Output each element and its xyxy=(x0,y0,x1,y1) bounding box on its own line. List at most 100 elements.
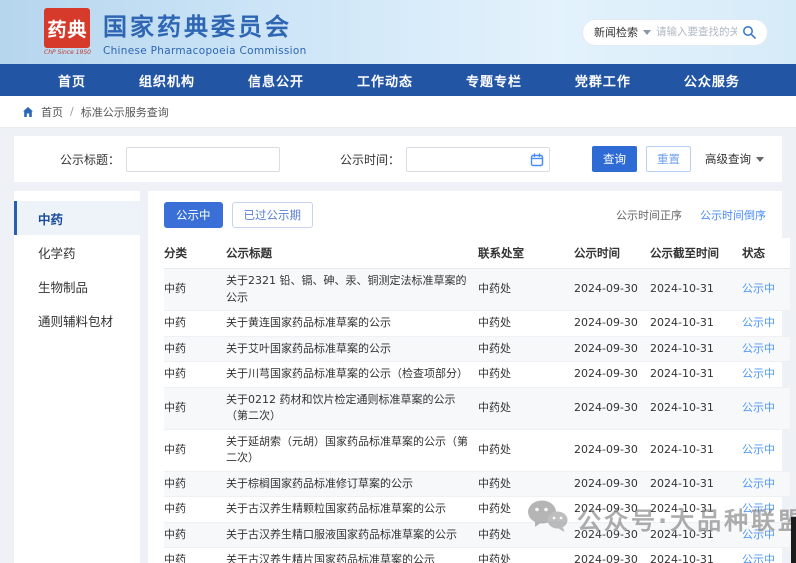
site-search[interactable]: 新闻检索 xyxy=(582,18,768,46)
cell-dept: 中药处 xyxy=(478,387,574,430)
cell-title: 关于古汉养生精口服液国家药品标准草案的公示 xyxy=(226,522,478,548)
cell-date: 2024-09-30 xyxy=(574,310,650,337)
cell-status: 公示中 xyxy=(742,471,790,497)
announcement-title-link[interactable]: 关于艾叶国家药品标准草案的公示 xyxy=(226,342,391,355)
table-row: 中药 关于古汉养生精片国家药品标准草案的公示 中药处 2024-09-30 2024-1… xyxy=(164,547,790,563)
announcement-title-link[interactable]: 关于延胡索（元胡）国家药品标准草案的公示（第二次） xyxy=(226,435,468,465)
cell-date: 2024-09-30 xyxy=(574,429,650,472)
table-row: 中药 关于川芎国家药品标准草案的公示（检查项部分） 中药处 2024-09-30 202… xyxy=(164,361,790,388)
sidebar-item-2[interactable]: 生物制品 xyxy=(14,269,140,303)
cell-status: 公示中 xyxy=(742,336,790,362)
announcement-title-link[interactable]: 关于古汉养生精片国家药品标准草案的公示 xyxy=(226,553,435,563)
cell-dept: 中药处 xyxy=(478,361,574,388)
nav-item-6[interactable]: 公众服务 xyxy=(684,71,740,90)
cell-dept: 中药处 xyxy=(478,429,574,472)
cell-date: 2024-09-30 xyxy=(574,547,650,563)
cell-status: 公示中 xyxy=(742,387,790,430)
cell-deadline: 2024-10-31 xyxy=(650,387,742,430)
tab-1[interactable]: 已过公示期 xyxy=(231,202,313,228)
advanced-search-toggle[interactable]: 高级查询 xyxy=(705,151,764,167)
reset-button[interactable]: 重置 xyxy=(646,146,691,172)
cell-dept: 中药处 xyxy=(478,336,574,362)
cell-dept: 中药处 xyxy=(478,522,574,548)
cell-date: 2024-09-30 xyxy=(574,496,650,523)
cell-status: 公示中 xyxy=(742,310,790,337)
status-link[interactable]: 公示中 xyxy=(742,316,775,329)
sort-link-1[interactable]: 公示时间倒序 xyxy=(700,207,766,223)
cell-date: 2024-09-30 xyxy=(574,522,650,548)
breadcrumb-home-link[interactable]: 首页 xyxy=(41,104,63,120)
status-link[interactable]: 公示中 xyxy=(742,342,775,355)
cell-title: 关于黄连国家药品标准草案的公示 xyxy=(226,310,478,337)
logo-seal-icon: 药典 xyxy=(44,8,91,48)
sidebar-item-1[interactable]: 化学药 xyxy=(14,235,140,269)
cell-category: 中药 xyxy=(164,429,226,472)
announcement-title-link[interactable]: 关于2321 铅、镉、砷、汞、铜测定法标准草案的公示 xyxy=(226,274,467,304)
cell-category: 中药 xyxy=(164,547,226,563)
cell-title: 关于艾叶国家药品标准草案的公示 xyxy=(226,336,478,362)
scrollbar-thumb[interactable] xyxy=(791,517,796,563)
announcement-title-link[interactable]: 关于川芎国家药品标准草案的公示（检查项部分） xyxy=(226,367,468,380)
cell-category: 中药 xyxy=(164,336,226,362)
cell-date: 2024-09-30 xyxy=(574,268,650,311)
filter-title-label: 公示标题： xyxy=(60,152,121,167)
sidebar-item-3[interactable]: 通则辅料包材 xyxy=(14,303,140,337)
nav-item-5[interactable]: 党群工作 xyxy=(575,71,631,90)
cell-title: 关于棕榈国家药品标准修订草案的公示 xyxy=(226,471,478,497)
filter-panel: 公示标题： 公示时间： 查询 重置 高级查询 xyxy=(14,136,782,182)
cell-category: 中药 xyxy=(164,471,226,497)
main-panel: 公示中 已过公示期 公示时间正序 公示时间倒序 分类 公示标题 联系处室 公示时间 公示截至… xyxy=(148,191,790,563)
search-category-select[interactable]: 新闻检索 xyxy=(594,24,638,40)
cell-category: 中药 xyxy=(164,522,226,548)
status-link[interactable]: 公示中 xyxy=(742,502,775,515)
chevron-down-icon[interactable] xyxy=(643,29,651,35)
nav-item-1[interactable]: 组织机构 xyxy=(139,71,195,90)
cell-title: 关于川芎国家药品标准草案的公示（检查项部分） xyxy=(226,361,478,388)
site-subtitle: Chinese Pharmacopoeia Commission xyxy=(102,45,307,57)
home-icon[interactable] xyxy=(22,106,34,118)
nav-item-2[interactable]: 信息公开 xyxy=(248,71,304,90)
filter-time-input[interactable] xyxy=(406,146,551,172)
announcement-title-link[interactable]: 关于古汉养生精颗粒国家药品标准草案的公示 xyxy=(226,502,446,515)
cell-status: 公示中 xyxy=(742,429,790,472)
announcement-title-link[interactable]: 关于棕榈国家药品标准修订草案的公示 xyxy=(226,477,413,490)
status-link[interactable]: 公示中 xyxy=(742,528,775,541)
nav-item-3[interactable]: 工作动态 xyxy=(357,71,413,90)
nav-item-4[interactable]: 专题专栏 xyxy=(466,71,522,90)
announcement-title-link[interactable]: 关于0212 药材和饮片检定通则标准草案的公示（第二次） xyxy=(226,393,456,423)
search-input[interactable] xyxy=(656,26,737,38)
cell-category: 中药 xyxy=(164,496,226,523)
sidebar-item-0[interactable]: 中药 xyxy=(14,201,140,235)
query-button[interactable]: 查询 xyxy=(592,146,637,172)
cell-deadline: 2024-10-31 xyxy=(650,268,742,311)
cell-category: 中药 xyxy=(164,268,226,311)
calendar-icon[interactable] xyxy=(530,152,544,171)
announcement-title-link[interactable]: 关于黄连国家药品标准草案的公示 xyxy=(226,316,391,329)
status-link[interactable]: 公示中 xyxy=(742,443,775,456)
cell-status: 公示中 xyxy=(742,496,790,523)
nav-item-0[interactable]: 首页 xyxy=(58,71,86,90)
table-header-row: 分类 公示标题 联系处室 公示时间 公示截至时间 状态 xyxy=(164,238,790,269)
cell-deadline: 2024-10-31 xyxy=(650,522,742,548)
filter-title-input[interactable] xyxy=(126,146,281,172)
status-link[interactable]: 公示中 xyxy=(742,401,775,414)
cell-title: 关于古汉养生精颗粒国家药品标准草案的公示 xyxy=(226,496,478,523)
cell-deadline: 2024-10-31 xyxy=(650,310,742,337)
status-link[interactable]: 公示中 xyxy=(742,477,775,490)
cell-title: 关于古汉养生精片国家药品标准草案的公示 xyxy=(226,547,478,563)
site-header: 药典 ChP Since 1950 国家药典委员会 Chinese Pharma… xyxy=(0,0,796,64)
sort-link-0[interactable]: 公示时间正序 xyxy=(616,207,682,223)
tab-0[interactable]: 公示中 xyxy=(164,202,223,228)
table-row: 中药 关于古汉养生精颗粒国家药品标准草案的公示 中药处 2024-09-30 2024-… xyxy=(164,496,790,523)
status-link[interactable]: 公示中 xyxy=(742,282,775,295)
announcement-title-link[interactable]: 关于古汉养生精口服液国家药品标准草案的公示 xyxy=(226,528,457,541)
cell-deadline: 2024-10-31 xyxy=(650,361,742,388)
site-title: 国家药典委员会 xyxy=(102,13,292,41)
status-link[interactable]: 公示中 xyxy=(742,367,775,380)
breadcrumb: 首页 / 标准公示服务查询 xyxy=(0,96,796,127)
status-link[interactable]: 公示中 xyxy=(742,553,775,563)
column-header-5: 状态 xyxy=(742,238,790,269)
site-logo: 药典 ChP Since 1950 xyxy=(44,8,91,56)
search-icon[interactable] xyxy=(742,25,756,39)
table-row: 中药 关于黄连国家药品标准草案的公示 中药处 2024-09-30 2024-10-31… xyxy=(164,310,790,337)
